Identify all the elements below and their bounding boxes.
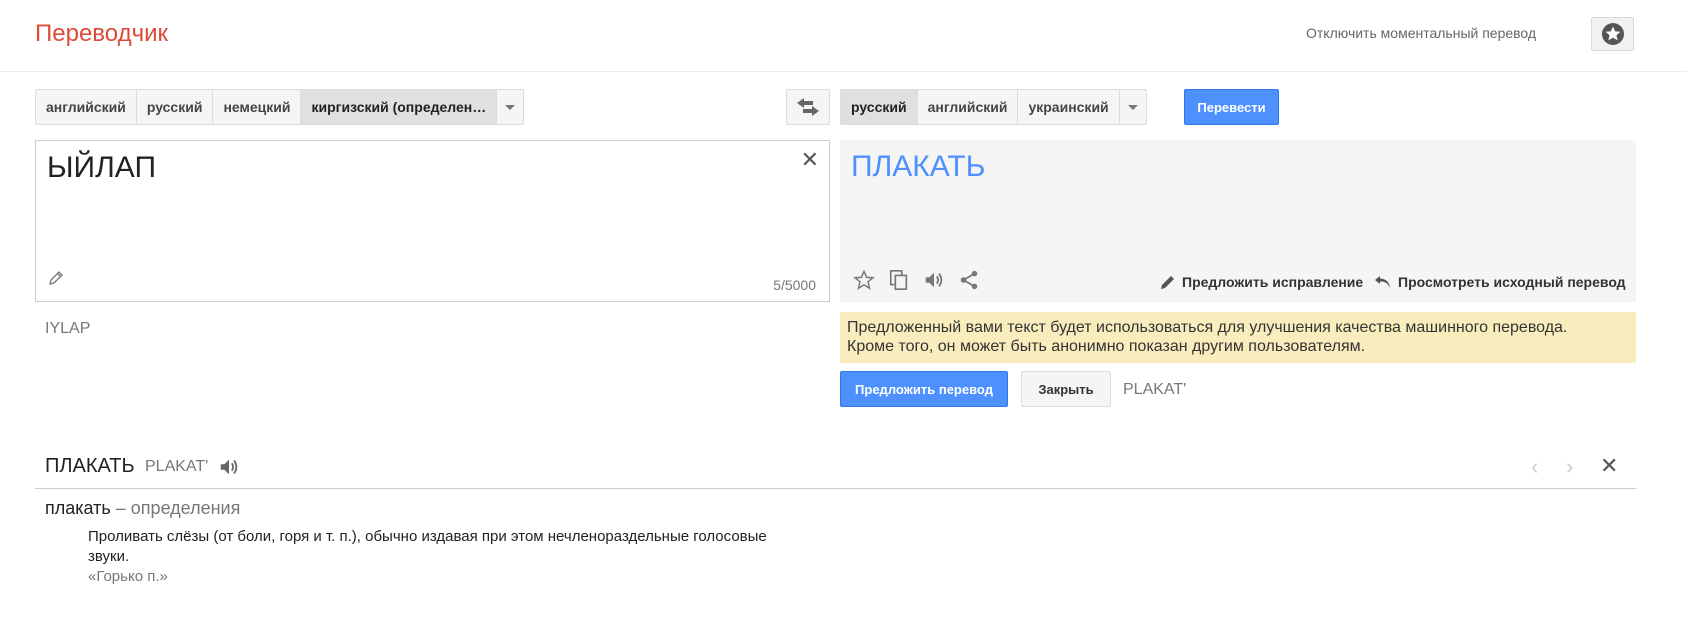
target-language-bar: русский английский украинский — [840, 89, 1147, 125]
chevron-right-icon[interactable]: › — [1566, 454, 1573, 480]
result-transliteration: PLAKAT' — [1123, 381, 1187, 398]
notice-line-2: Кроме того, он может быть анонимно показ… — [847, 338, 1366, 355]
suggest-edit-label: Предложить исправление — [1182, 274, 1364, 290]
character-count: 5/5000 — [773, 277, 816, 293]
share-icon[interactable] — [957, 268, 981, 292]
swap-languages-button[interactable] — [786, 89, 830, 125]
result-actions — [852, 268, 981, 292]
pencil-icon — [1161, 276, 1174, 289]
suggest-edit-link[interactable]: Предложить исправление — [1160, 274, 1363, 290]
source-transliteration: IYLAP — [45, 320, 91, 337]
definitions-label: определения — [130, 498, 241, 518]
view-original-link[interactable]: Просмотреть исходный перевод — [1374, 274, 1626, 290]
chevron-down-icon — [1127, 104, 1138, 110]
source-lang-dropdown[interactable] — [497, 90, 523, 124]
handwriting-pencil-icon[interactable] — [48, 270, 64, 291]
clear-source-button[interactable]: ✕ — [801, 147, 819, 173]
definition-text: Проливать слёзы (от боли, горя и т. п.),… — [88, 528, 767, 565]
contribution-notice: Предложенный вами текст будет использова… — [840, 312, 1636, 363]
app-title[interactable]: Переводчик — [35, 20, 168, 48]
definitions-heading: плакать – определения — [45, 498, 240, 519]
star-icon[interactable] — [852, 268, 876, 292]
copy-icon[interactable] — [887, 268, 911, 292]
source-lang-english[interactable]: английский — [36, 90, 137, 124]
target-lang-dropdown[interactable] — [1120, 90, 1146, 124]
pencil-icon — [49, 271, 63, 285]
dictionary-transliteration: PLAKAT' — [145, 458, 209, 475]
definition-word: плакать — [45, 498, 111, 518]
swap-icon — [797, 98, 819, 116]
definition-separator: – — [110, 498, 131, 518]
view-original-label: Просмотреть исходный перевод — [1398, 274, 1626, 290]
speaker-icon[interactable] — [218, 456, 240, 483]
result-box: ПЛАКАТЬ Предложить исправление Просмотре… — [840, 140, 1636, 302]
source-lang-russian[interactable]: русский — [137, 90, 214, 124]
target-lang-ukrainian[interactable]: украинский — [1018, 90, 1120, 124]
chevron-left-icon[interactable]: ‹ — [1531, 454, 1538, 480]
source-input[interactable]: ЫЙЛАП — [47, 151, 156, 185]
close-icon[interactable]: ✕ — [1600, 453, 1618, 479]
source-lang-german[interactable]: немецкий — [213, 90, 302, 124]
source-text-box[interactable]: ЫЙЛАП ✕ 5/5000 — [35, 140, 830, 302]
translate-button[interactable]: Перевести — [1184, 89, 1279, 125]
dictionary-word: ПЛАКАТЬ — [45, 455, 135, 477]
target-lang-english[interactable]: английский — [918, 90, 1019, 124]
target-lang-russian[interactable]: русский — [841, 90, 918, 124]
source-lang-kyrgyz-detected[interactable]: киргизский (определен… — [301, 90, 498, 124]
instant-translation-toggle[interactable]: Отключить моментальный перевод — [1306, 25, 1536, 41]
source-language-bar: английский русский немецкий киргизский (… — [35, 89, 525, 125]
translation-result[interactable]: ПЛАКАТЬ — [851, 150, 985, 184]
notice-line-1: Предложенный вами текст будет использова… — [847, 319, 1568, 336]
header-divider — [0, 71, 1687, 72]
close-button[interactable]: Закрыть — [1021, 371, 1111, 407]
suggest-translation-button[interactable]: Предложить перевод — [840, 371, 1008, 407]
star-icon — [1601, 23, 1624, 45]
chevron-down-icon — [505, 104, 516, 110]
definition-example: «Горько п.» — [88, 568, 168, 585]
phrasebook-button[interactable] — [1591, 17, 1634, 51]
dictionary-divider — [35, 488, 1636, 489]
undo-icon — [1375, 276, 1390, 288]
speaker-icon[interactable] — [922, 268, 946, 292]
